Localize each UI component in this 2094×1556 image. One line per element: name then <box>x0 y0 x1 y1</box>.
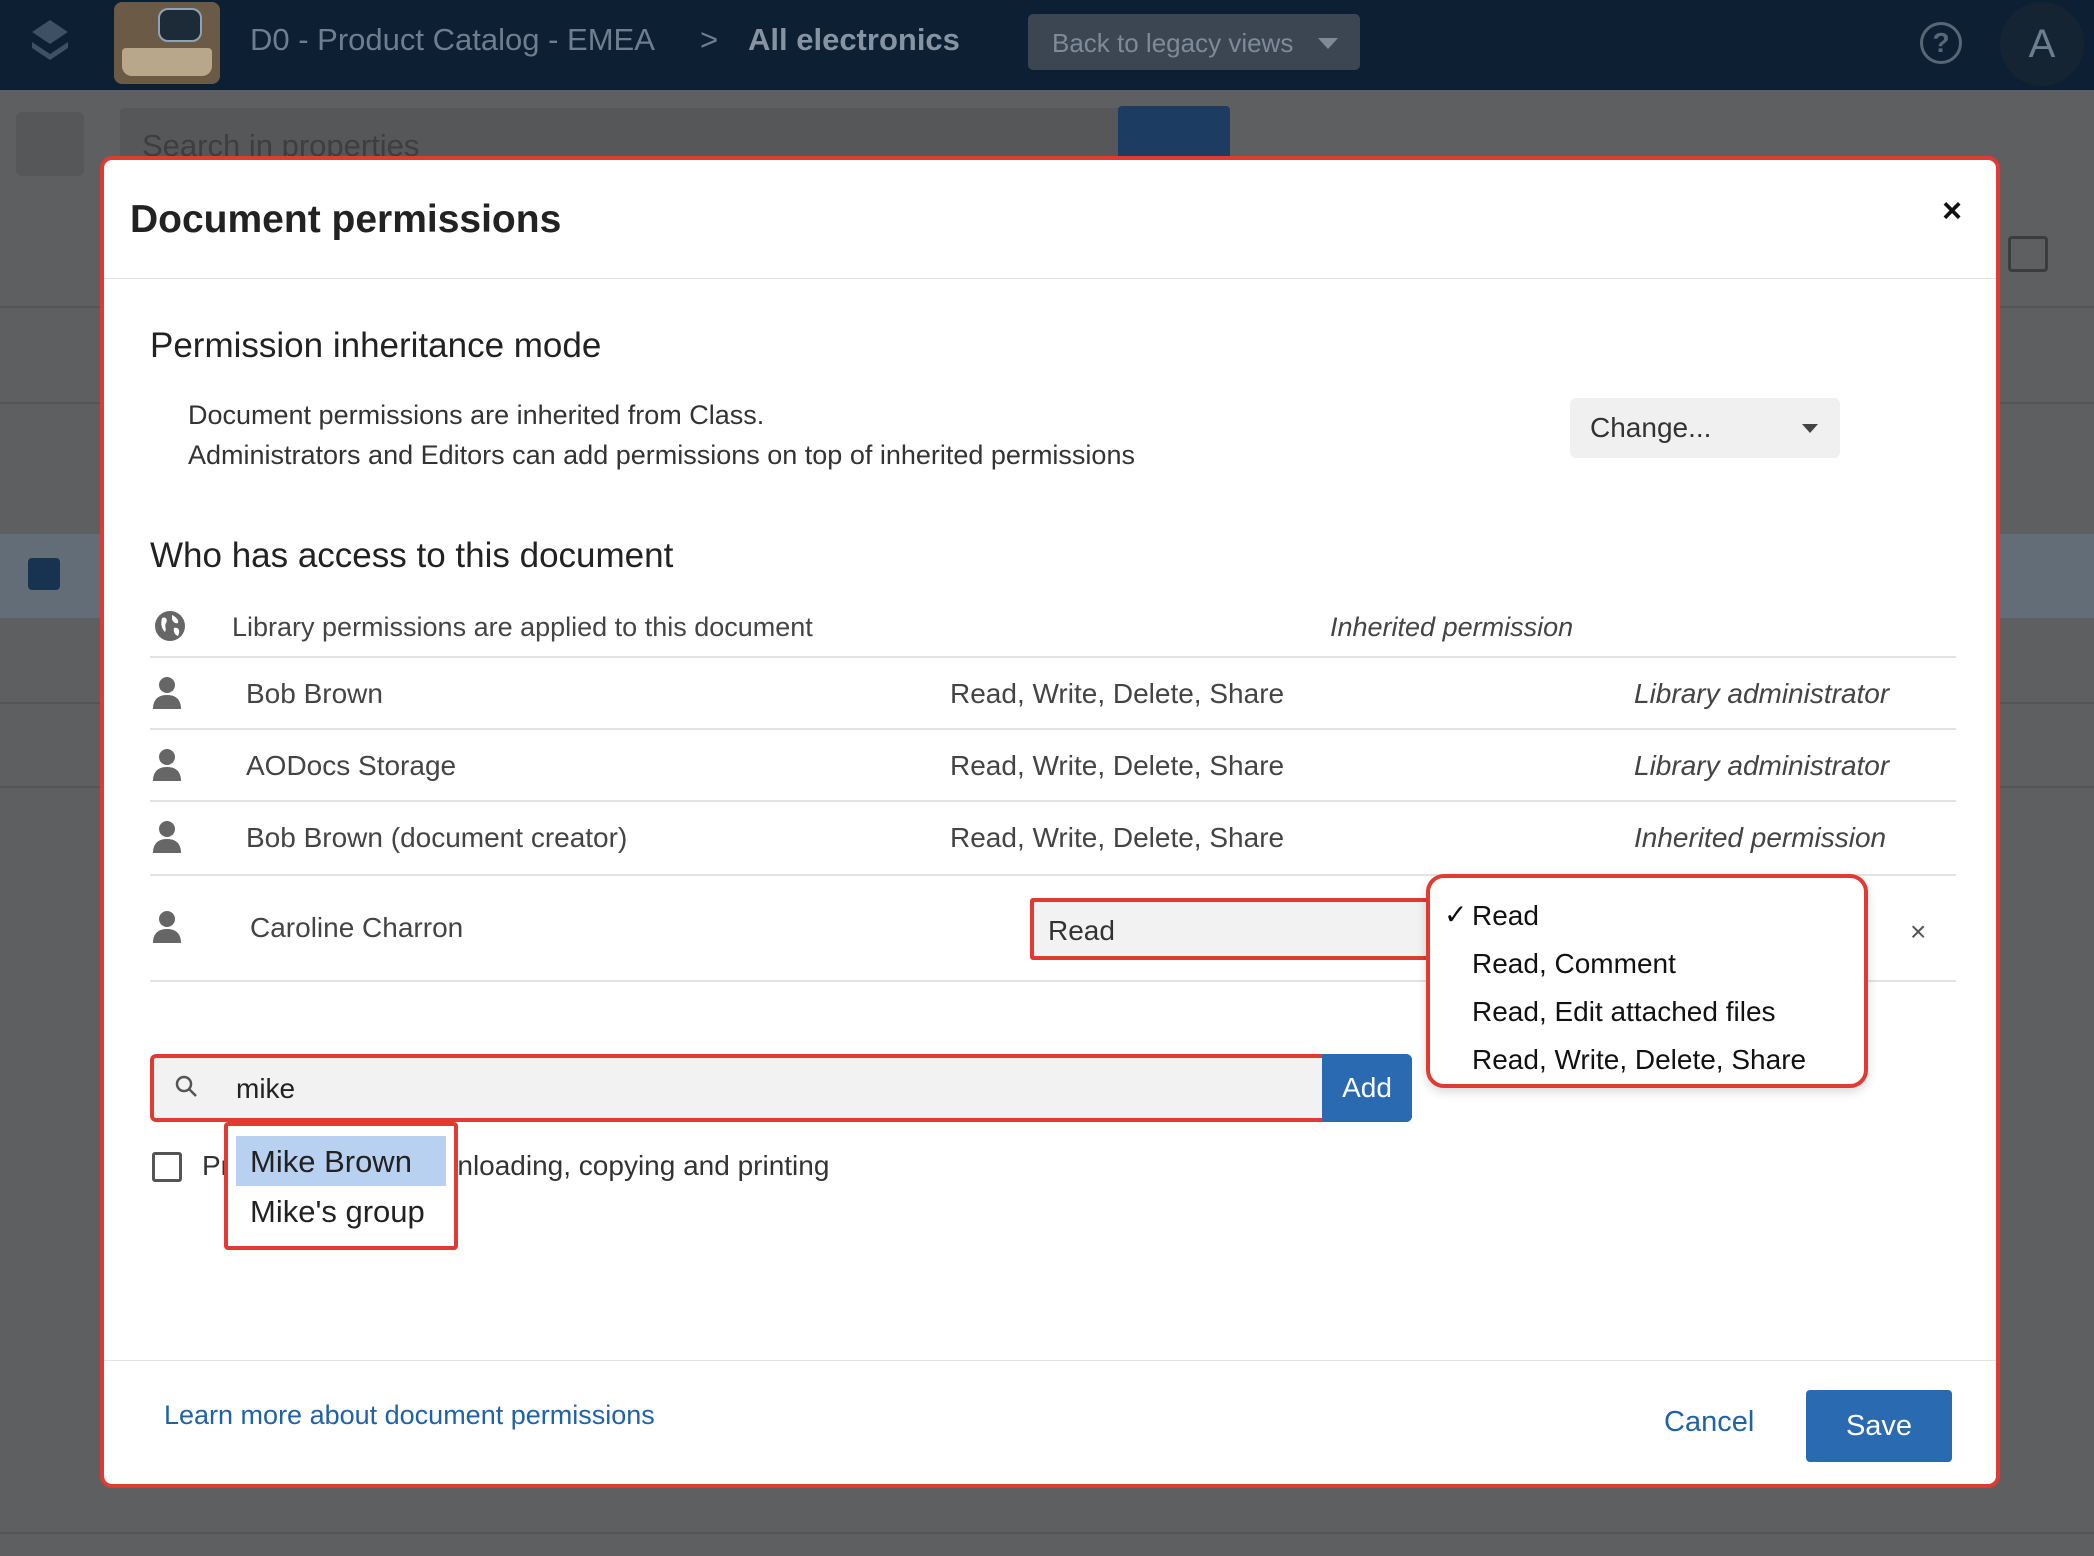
permission-option-read[interactable]: ✓ Read <box>1430 892 1864 940</box>
row-role: Inherited permission <box>1634 822 1887 853</box>
back-to-legacy-views-button[interactable]: Back to legacy views <box>1028 14 1360 70</box>
legacy-button-label: Back to legacy views <box>1052 28 1294 58</box>
row-permissions: Read, Write, Delete, Share <box>950 750 1285 781</box>
permission-row: Bob Brown Read, Write, Delete, Share Lib… <box>150 656 1956 728</box>
permission-option-read-edit-files[interactable]: Read, Edit attached files <box>1430 988 1864 1036</box>
permission-options-menu: ✓ Read Read, Comment Read, Edit attached… <box>1426 874 1868 1088</box>
add-user-bar: Add <box>150 1054 1412 1122</box>
library-permissions-text: Library permissions are applied to this … <box>232 612 813 642</box>
row-permissions: Read, Write, Delete, Share <box>950 822 1285 853</box>
change-button-label: Change... <box>1590 412 1712 443</box>
add-user-input[interactable] <box>236 1068 1236 1110</box>
divider <box>0 1532 2094 1534</box>
inheritance-heading: Permission inheritance mode <box>150 326 602 365</box>
save-button[interactable]: Save <box>1806 1390 1952 1462</box>
permission-row: AODocs Storage Read, Write, Delete, Shar… <box>150 728 1956 800</box>
person-icon <box>153 749 181 781</box>
logo-icon[interactable] <box>28 18 72 68</box>
panel-toggle-icon[interactable] <box>16 112 84 176</box>
permission-select[interactable]: Read <box>1030 898 1466 960</box>
document-permissions-dialog: Document permissions × Permission inheri… <box>100 156 2000 1488</box>
row-name: Bob Brown <box>246 678 383 709</box>
learn-more-link[interactable]: Learn more about document permissions <box>164 1400 655 1431</box>
permission-row: Bob Brown (document creator) Read, Write… <box>150 800 1956 872</box>
help-icon[interactable]: ? <box>1920 22 1962 64</box>
person-icon <box>153 821 181 853</box>
change-inheritance-button[interactable]: Change... <box>1570 398 1840 458</box>
dialog-title: Document permissions <box>130 198 562 241</box>
library-permission-role: Inherited permission <box>1330 612 1574 642</box>
header-divider <box>104 278 1996 279</box>
row-role: Library administrator <box>1634 750 1890 781</box>
user-suggestions: Mike Brown Mike's group <box>224 1122 458 1250</box>
inheritance-description-1: Document permissions are inherited from … <box>188 400 765 430</box>
row-permissions: Read, Write, Delete, Share <box>950 678 1285 709</box>
search-icon <box>175 1075 197 1097</box>
permission-select-value: Read <box>1048 915 1115 946</box>
option-label: Read, Edit attached files <box>1472 996 1776 1027</box>
cancel-button[interactable]: Cancel <box>1664 1406 1754 1439</box>
top-bar: D0 - Product Catalog - EMEA > All electr… <box>0 0 2094 90</box>
permission-option-read-comment[interactable]: Read, Comment <box>1430 940 1864 988</box>
library-thumbnail[interactable] <box>114 2 220 84</box>
access-heading: Who has access to this document <box>150 536 674 575</box>
row-name: Bob Brown (document creator) <box>246 822 628 853</box>
person-icon <box>153 911 181 943</box>
chat-bubble-icon <box>158 8 202 42</box>
permission-option-full[interactable]: Read, Write, Delete, Share <box>1430 1036 1864 1084</box>
prevent-label-suffix: downloading, copying and printing <box>406 1150 830 1181</box>
book-icon <box>122 48 212 76</box>
option-label: Read, Write, Delete, Share <box>1472 1044 1807 1075</box>
row-role: Library administrator <box>1634 678 1890 709</box>
suggestion-item[interactable]: Mike Brown <box>236 1136 446 1186</box>
row-name: Caroline Charron <box>250 912 464 943</box>
close-icon[interactable]: × <box>1942 192 1962 231</box>
check-icon: ✓ <box>1444 899 1468 930</box>
footer-divider <box>104 1360 1996 1361</box>
person-icon <box>153 677 181 709</box>
option-label: Read <box>1472 900 1539 931</box>
caret-down-icon <box>1318 38 1338 49</box>
remove-permission-icon[interactable]: × <box>1910 916 1926 948</box>
caret-down-icon <box>1802 424 1818 433</box>
breadcrumb-library[interactable]: D0 - Product Catalog - EMEA <box>250 22 655 58</box>
suggestion-item[interactable]: Mike's group <box>236 1186 446 1236</box>
avatar[interactable]: A <box>2000 2 2084 86</box>
inheritance-description-2: Administrators and Editors can add permi… <box>188 440 1135 470</box>
row-name: AODocs Storage <box>246 750 457 781</box>
attachment-icon[interactable] <box>2008 236 2048 272</box>
globe-icon <box>155 611 185 641</box>
prevent-download-checkbox[interactable] <box>152 1152 182 1182</box>
breadcrumb-separator: > <box>700 22 719 57</box>
option-label: Read, Comment <box>1472 948 1676 979</box>
breadcrumb-view: All electronics <box>748 22 960 57</box>
row-checkbox[interactable] <box>28 558 60 590</box>
add-button[interactable]: Add <box>1322 1054 1412 1122</box>
